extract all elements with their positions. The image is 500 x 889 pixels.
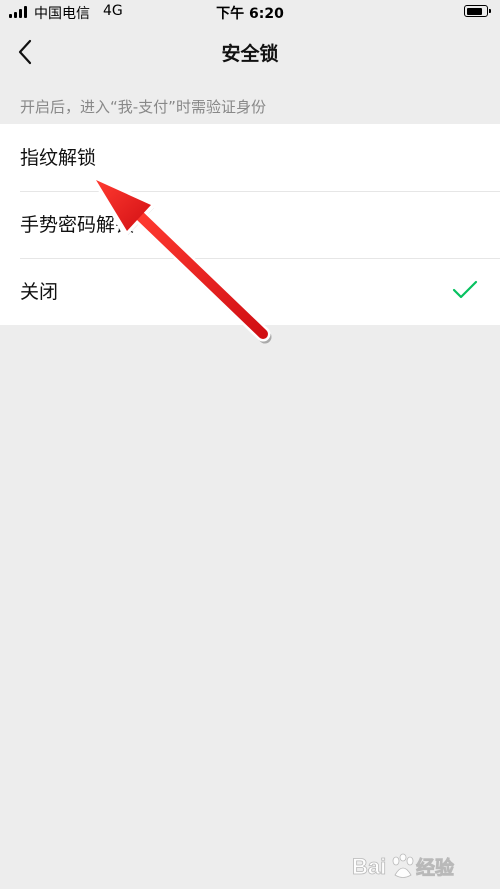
option-gesture-unlock[interactable]: 手势密码解锁 [0,191,500,258]
baidu-jingyan-logo: Bai 经验 [352,853,455,879]
option-label: 指纹解锁 [20,147,97,169]
nav-bar: 安全锁 [0,24,500,80]
option-off[interactable]: 关闭 [0,258,500,325]
option-label: 手势密码解锁 [20,214,135,236]
svg-text:Bai: Bai [352,854,386,879]
battery-icon [464,5,491,17]
section-hint: 开启后，进入“我-支付”时需验证身份 [20,98,266,116]
page-title: 安全锁 [221,43,279,65]
lock-options-list: 指纹解锁 手势密码解锁 关闭 [0,124,500,325]
status-time: 下午 6:20 [216,6,284,22]
option-label: 关闭 [20,281,59,303]
baidu-watermark: Bai 经验 [352,849,472,883]
status-bar: 中国电信 4G 下午 6:20 [0,0,500,24]
option-fingerprint-unlock[interactable]: 指纹解锁 [0,124,500,191]
svg-text:经验: 经验 [416,856,455,879]
check-icon [452,280,478,299]
